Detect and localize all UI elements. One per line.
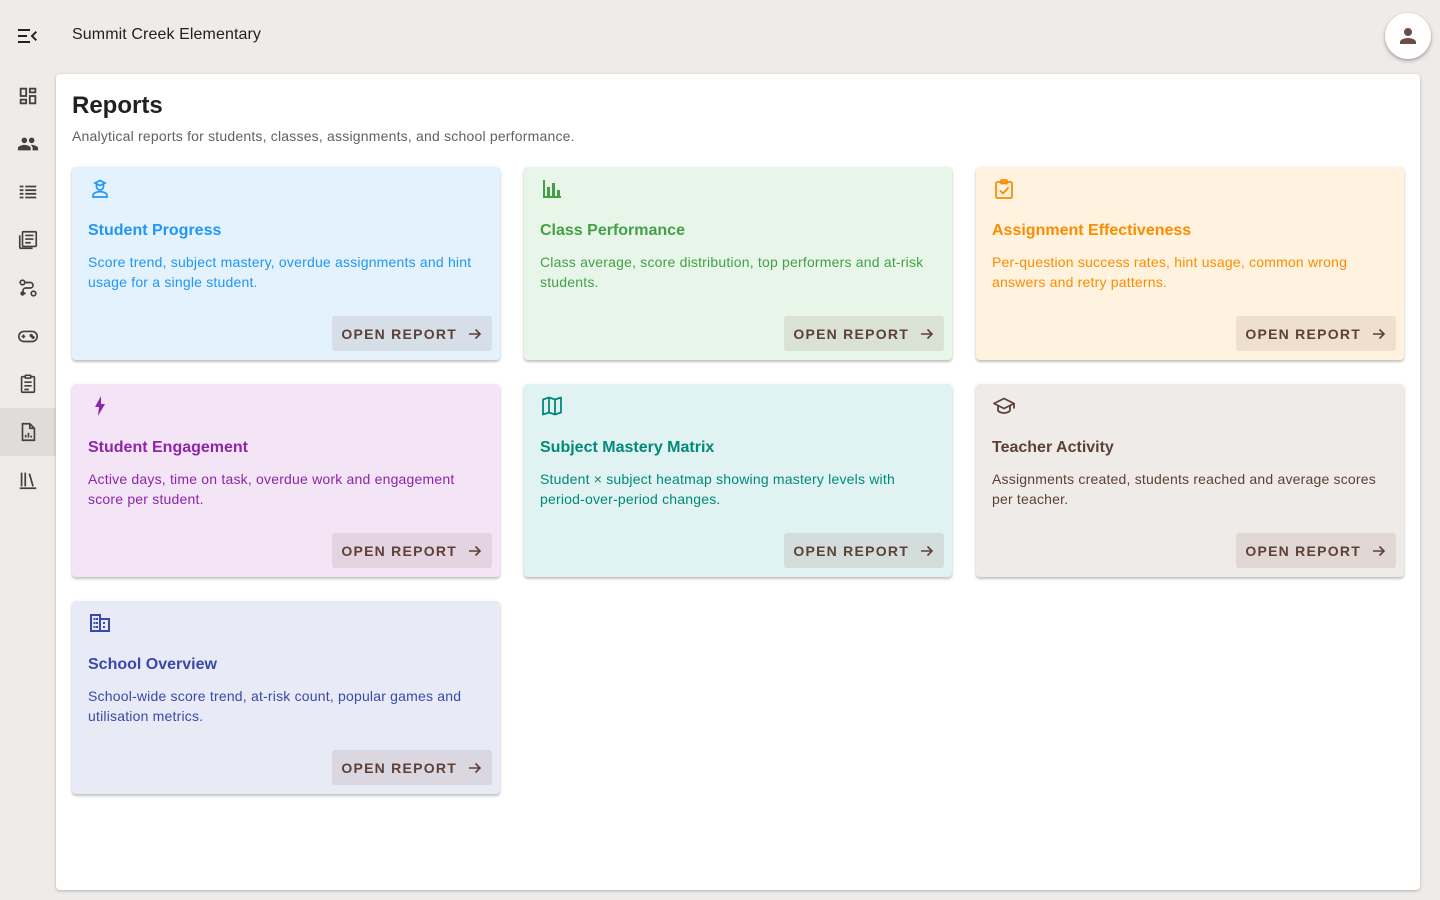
arrow-right-icon — [469, 328, 482, 339]
student-icon — [92, 179, 108, 198]
newspaper-icon — [18, 230, 38, 250]
button-label: OPEN REPORT — [341, 759, 457, 776]
bolt-icon — [95, 396, 105, 416]
building-icon — [90, 614, 110, 632]
page-subtitle: Analytical reports for students, classes… — [72, 128, 575, 144]
button-label: OPEN REPORT — [793, 542, 909, 559]
people-icon — [17, 137, 39, 151]
dashboard-icon — [19, 87, 37, 105]
open-report-button[interactable]: OPEN REPORT — [332, 750, 492, 785]
nav-dashboard[interactable] — [0, 72, 56, 120]
card-title: Student Progress — [88, 222, 222, 239]
nav-list[interactable] — [0, 168, 56, 216]
nav-students[interactable] — [0, 120, 56, 168]
nav-library[interactable] — [0, 456, 56, 504]
account-button[interactable] — [1385, 13, 1431, 59]
arrow-right-icon — [921, 328, 934, 339]
arrow-right-icon — [469, 545, 482, 556]
person-icon — [1400, 28, 1416, 44]
card-description: Score trend, subject mastery, overdue as… — [88, 254, 472, 290]
card-title: Subject Mastery Matrix — [540, 439, 715, 456]
button-label: OPEN REPORT — [341, 325, 457, 342]
arrow-right-icon — [1373, 545, 1386, 556]
report-card-student-engagement[interactable]: Student Engagement Active days, time on … — [72, 384, 500, 577]
card-title: Teacher Activity — [992, 439, 1114, 456]
card-description: Student × subject heatmap showing master… — [540, 471, 895, 507]
report-card-assignment-effectiveness[interactable]: Assignment Effectiveness Per-question su… — [976, 167, 1404, 360]
arrow-right-icon — [1373, 328, 1386, 339]
nav-articles[interactable] — [0, 216, 56, 264]
report-card-subject-mastery-matrix[interactable]: Subject Mastery Matrix Student × subject… — [524, 384, 952, 577]
button-label: OPEN REPORT — [793, 325, 909, 342]
clipboard-icon — [20, 374, 36, 394]
card-title: School Overview — [88, 656, 217, 673]
open-report-button[interactable]: OPEN REPORT — [784, 533, 944, 568]
report-card-class-performance[interactable]: Class Performance Class average, score d… — [524, 167, 952, 360]
reports-panel: Reports Analytical reports for students,… — [56, 74, 1420, 890]
card-description: Active days, time on task, overdue work … — [88, 471, 455, 507]
bar-chart-icon — [543, 180, 561, 198]
navigation-rail — [0, 72, 56, 504]
route-icon — [19, 279, 37, 297]
report-card-school-overview[interactable]: School Overview School-wide score trend,… — [72, 601, 500, 794]
page-title: Reports — [72, 92, 163, 119]
report-card-student-progress[interactable]: Student Progress Score trend, subject ma… — [72, 167, 500, 360]
nav-games[interactable] — [0, 312, 56, 360]
nav-assignments[interactable] — [0, 360, 56, 408]
report-card-grid: Student Progress Score trend, subject ma… — [72, 167, 1404, 794]
card-description: Per-question success rates, hint usage, … — [992, 254, 1348, 290]
card-title: Assignment Effectiveness — [992, 222, 1192, 239]
nav-paths[interactable] — [0, 264, 56, 312]
list-icon — [19, 185, 37, 199]
school-icon — [993, 397, 1015, 414]
menu-open-icon[interactable] — [16, 26, 40, 46]
arrow-right-icon — [921, 545, 934, 556]
nav-reports[interactable] — [0, 408, 56, 456]
button-label: OPEN REPORT — [1245, 325, 1361, 342]
open-report-button[interactable]: OPEN REPORT — [1236, 533, 1396, 568]
card-description: Class average, score distribution, top p… — [540, 254, 924, 290]
map-icon — [542, 396, 562, 416]
arrow-right-icon — [469, 762, 482, 773]
card-description: School-wide score trend, at-risk count, … — [88, 688, 462, 724]
button-label: OPEN REPORT — [1245, 542, 1361, 559]
report-card-teacher-activity[interactable]: Teacher Activity Assignments created, st… — [976, 384, 1404, 577]
card-title: Class Performance — [540, 222, 685, 239]
card-description: Assignments created, students reached an… — [992, 471, 1376, 507]
library-icon — [19, 472, 37, 490]
top-app-bar: Summit Creek Elementary — [0, 0, 1440, 72]
card-title: Student Engagement — [88, 439, 249, 456]
open-report-button[interactable]: OPEN REPORT — [332, 316, 492, 351]
gamepad-icon — [18, 330, 38, 343]
report-icon — [21, 422, 36, 442]
app-title: Summit Creek Elementary — [72, 26, 262, 43]
assignment-check-icon — [995, 179, 1013, 199]
open-report-button[interactable]: OPEN REPORT — [784, 316, 944, 351]
open-report-button[interactable]: OPEN REPORT — [332, 533, 492, 568]
button-label: OPEN REPORT — [341, 542, 457, 559]
open-report-button[interactable]: OPEN REPORT — [1236, 316, 1396, 351]
